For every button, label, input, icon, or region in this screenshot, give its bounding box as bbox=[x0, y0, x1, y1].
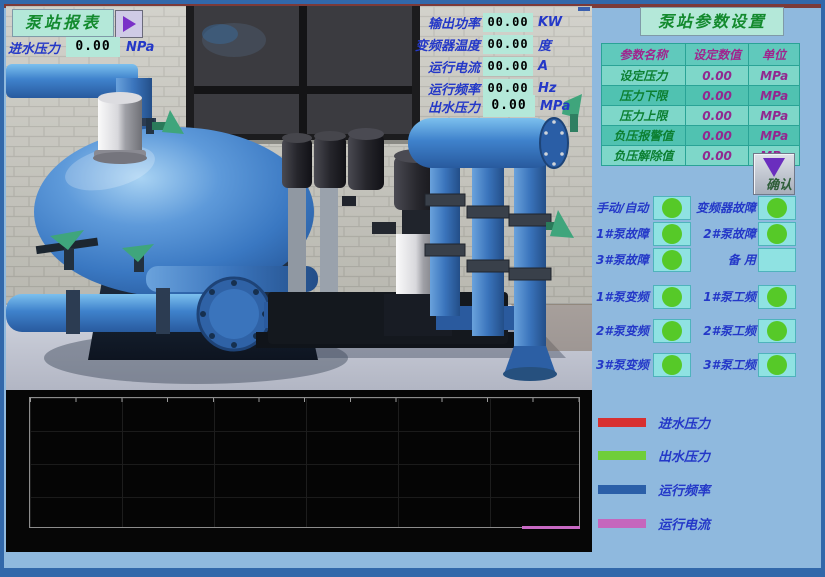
inlet-pressure-label: 进水压力 bbox=[8, 38, 60, 57]
parameter-panel: 泵站参数设置 参数名称 设定数值 单位 设定压力 0.00 MPa 压力下限 0… bbox=[596, 6, 821, 568]
outlet-pressure-value: 0.00 bbox=[483, 95, 535, 117]
output-power-value: 00.00 bbox=[483, 13, 533, 32]
led-circle bbox=[662, 321, 682, 341]
report-button[interactable]: 泵站报表 bbox=[12, 9, 114, 37]
legend-item: 运行电流 bbox=[598, 516, 710, 530]
settings-header-row: 参数名称 设定数值 单位 bbox=[602, 44, 800, 66]
pump-station-hmi: 泵站报表 进水压力 0.00 NPa 输出功率 00.00 KW 变频器温度 0… bbox=[0, 0, 825, 577]
legend-item: 进水压力 bbox=[598, 415, 710, 429]
pressure-low-limit-input[interactable]: 0.00 bbox=[685, 86, 748, 106]
legend-item: 出水压力 bbox=[598, 448, 710, 462]
legend-item: 运行频率 bbox=[598, 482, 710, 496]
status-row: 手动/自动 变频器故障 bbox=[596, 196, 798, 220]
inlet-pressure-unit: NPa bbox=[126, 40, 154, 55]
settings-table: 参数名称 设定数值 单位 设定压力 0.00 MPa 压力下限 0.00 MPa… bbox=[601, 43, 800, 166]
report-play-button[interactable] bbox=[115, 10, 143, 38]
led-circle bbox=[662, 198, 682, 218]
led-circle bbox=[767, 287, 787, 307]
outlet-pressure-readout: 出水压力 0.00 MPa bbox=[356, 96, 592, 116]
tank-vent-cylinder bbox=[93, 92, 147, 164]
pump2-fault-indicator bbox=[758, 222, 796, 246]
led-circle bbox=[662, 287, 682, 307]
inverter-fault-indicator bbox=[758, 196, 796, 220]
inlet-pressure-readout: 进水压力 0.00 NPa bbox=[8, 37, 154, 57]
led-circle bbox=[662, 355, 682, 375]
pressure-high-limit-input[interactable]: 0.00 bbox=[685, 106, 748, 126]
led-circle bbox=[767, 198, 787, 218]
running-current-value: 00.00 bbox=[483, 57, 533, 76]
confirm-button[interactable]: 确认 bbox=[753, 153, 795, 195]
status-row: 1#泵变频 1#泵工频 bbox=[596, 285, 798, 309]
neg-pressure-release-input[interactable]: 0.00 bbox=[685, 146, 748, 166]
inlet-pressure-value: 0.00 bbox=[66, 37, 120, 57]
led-circle bbox=[767, 321, 787, 341]
status-row: 3#泵变频 3#泵工频 bbox=[596, 353, 798, 377]
scene-corner-marker bbox=[578, 7, 590, 11]
panel-title: 泵站参数设置 bbox=[640, 7, 784, 36]
pump3-mains-indicator bbox=[758, 353, 796, 377]
col-param-name: 参数名称 bbox=[602, 44, 686, 66]
running-current-trace bbox=[522, 526, 580, 529]
inverter-temp-value: 00.00 bbox=[483, 35, 533, 54]
trend-chart bbox=[6, 390, 592, 552]
col-unit: 单位 bbox=[749, 44, 800, 66]
led-circle bbox=[767, 224, 787, 244]
pump-station-3d-view: 泵站报表 进水压力 0.00 NPa 输出功率 00.00 KW 变频器温度 0… bbox=[6, 6, 592, 392]
status-row: 2#泵变频 2#泵工频 bbox=[596, 319, 798, 343]
col-set-value: 设定数值 bbox=[685, 44, 748, 66]
led-circle bbox=[662, 250, 682, 270]
neg-pressure-alarm-input[interactable]: 0.00 bbox=[685, 126, 748, 146]
legend-swatch-outlet-pressure bbox=[598, 451, 646, 460]
play-icon bbox=[123, 16, 136, 32]
table-row: 压力上限 0.00 MPa bbox=[602, 106, 800, 126]
trend-plot-area bbox=[29, 397, 580, 528]
legend-swatch-running-frequency bbox=[598, 485, 646, 494]
led-circle bbox=[662, 224, 682, 244]
table-row: 压力下限 0.00 MPa bbox=[602, 86, 800, 106]
set-pressure-input[interactable]: 0.00 bbox=[685, 66, 748, 86]
running-current-readout: 运行电流 00.00 A bbox=[356, 56, 592, 76]
table-row: 负压报警值 0.00 MPa bbox=[602, 126, 800, 146]
inverter-temp-readout: 变频器温度 00.00 度 bbox=[356, 34, 592, 54]
legend-swatch-running-current bbox=[598, 519, 646, 528]
pump2-mains-indicator bbox=[758, 319, 796, 343]
table-row: 设定压力 0.00 MPa bbox=[602, 66, 800, 86]
running-frequency-readout: 运行频率 00.00 Hz bbox=[356, 78, 592, 98]
led-circle bbox=[767, 355, 787, 375]
spare-indicator bbox=[758, 248, 796, 272]
output-power-readout: 输出功率 00.00 KW bbox=[356, 12, 592, 32]
status-row: 1#泵故障 2#泵故障 bbox=[596, 222, 798, 246]
legend-swatch-inlet-pressure bbox=[598, 418, 646, 427]
plot-top-ticks bbox=[30, 398, 579, 402]
pump1-mains-indicator bbox=[758, 285, 796, 309]
status-row: 3#泵故障 备 用 bbox=[596, 248, 798, 272]
